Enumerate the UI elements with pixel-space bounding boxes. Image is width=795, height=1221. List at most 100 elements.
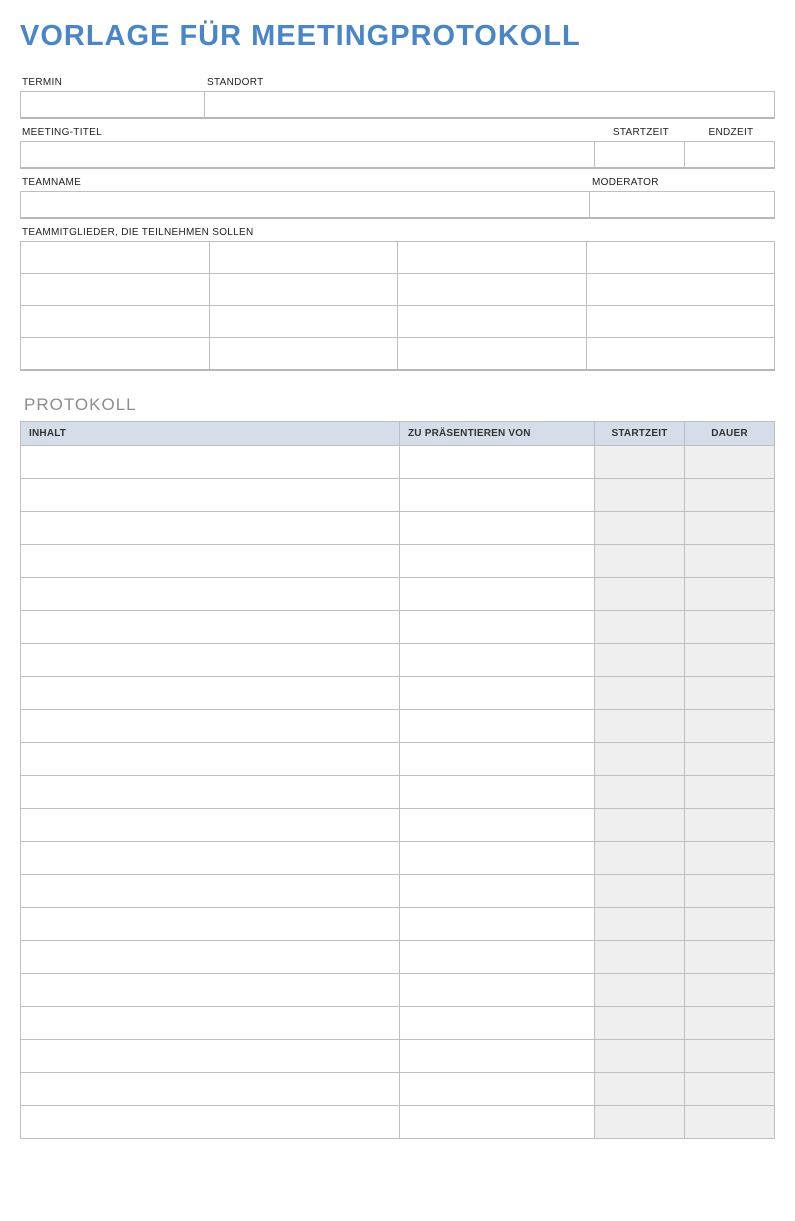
cell-start[interactable] [595, 709, 685, 742]
cell-inhalt[interactable] [21, 874, 400, 907]
cell-inhalt[interactable] [21, 940, 400, 973]
input-moderator[interactable] [590, 191, 775, 219]
cell-dauer[interactable] [685, 775, 775, 808]
cell-inhalt[interactable] [21, 973, 400, 1006]
cell-inhalt[interactable] [21, 445, 400, 478]
cell-start[interactable] [595, 643, 685, 676]
team-cell[interactable] [21, 274, 210, 306]
cell-start[interactable] [595, 742, 685, 775]
cell-dauer[interactable] [685, 907, 775, 940]
cell-start[interactable] [595, 478, 685, 511]
team-cell[interactable] [21, 306, 210, 338]
cell-start[interactable] [595, 445, 685, 478]
cell-von[interactable] [400, 577, 595, 610]
cell-start[interactable] [595, 874, 685, 907]
cell-von[interactable] [400, 478, 595, 511]
cell-start[interactable] [595, 676, 685, 709]
cell-inhalt[interactable] [21, 709, 400, 742]
cell-inhalt[interactable] [21, 511, 400, 544]
team-cell[interactable] [586, 274, 775, 306]
cell-von[interactable] [400, 940, 595, 973]
cell-dauer[interactable] [685, 1039, 775, 1072]
cell-von[interactable] [400, 808, 595, 841]
cell-dauer[interactable] [685, 445, 775, 478]
cell-von[interactable] [400, 709, 595, 742]
cell-von[interactable] [400, 544, 595, 577]
cell-von[interactable] [400, 445, 595, 478]
cell-dauer[interactable] [685, 643, 775, 676]
cell-dauer[interactable] [685, 1072, 775, 1105]
cell-inhalt[interactable] [21, 1006, 400, 1039]
team-cell[interactable] [21, 242, 210, 274]
cell-start[interactable] [595, 973, 685, 1006]
team-cell[interactable] [209, 306, 398, 338]
cell-von[interactable] [400, 511, 595, 544]
cell-dauer[interactable] [685, 874, 775, 907]
cell-start[interactable] [595, 1039, 685, 1072]
cell-dauer[interactable] [685, 544, 775, 577]
cell-dauer[interactable] [685, 1006, 775, 1039]
team-cell[interactable] [398, 306, 587, 338]
cell-inhalt[interactable] [21, 1072, 400, 1105]
cell-start[interactable] [595, 1006, 685, 1039]
cell-start[interactable] [595, 907, 685, 940]
input-endzeit[interactable] [685, 141, 775, 169]
team-cell[interactable] [209, 338, 398, 370]
cell-inhalt[interactable] [21, 775, 400, 808]
cell-inhalt[interactable] [21, 1105, 400, 1138]
cell-von[interactable] [400, 742, 595, 775]
cell-start[interactable] [595, 544, 685, 577]
cell-von[interactable] [400, 907, 595, 940]
cell-dauer[interactable] [685, 709, 775, 742]
cell-start[interactable] [595, 1072, 685, 1105]
cell-von[interactable] [400, 874, 595, 907]
team-cell[interactable] [586, 338, 775, 370]
cell-dauer[interactable] [685, 841, 775, 874]
cell-dauer[interactable] [685, 940, 775, 973]
team-cell[interactable] [398, 274, 587, 306]
cell-start[interactable] [595, 841, 685, 874]
cell-von[interactable] [400, 1006, 595, 1039]
input-termin[interactable] [20, 91, 205, 119]
cell-inhalt[interactable] [21, 676, 400, 709]
team-cell[interactable] [209, 242, 398, 274]
cell-von[interactable] [400, 1072, 595, 1105]
cell-inhalt[interactable] [21, 907, 400, 940]
cell-von[interactable] [400, 973, 595, 1006]
input-meeting-titel[interactable] [20, 141, 595, 169]
cell-von[interactable] [400, 676, 595, 709]
team-cell[interactable] [398, 242, 587, 274]
cell-von[interactable] [400, 1039, 595, 1072]
cell-dauer[interactable] [685, 478, 775, 511]
cell-dauer[interactable] [685, 511, 775, 544]
cell-von[interactable] [400, 610, 595, 643]
cell-dauer[interactable] [685, 973, 775, 1006]
cell-start[interactable] [595, 511, 685, 544]
cell-dauer[interactable] [685, 577, 775, 610]
team-cell[interactable] [586, 306, 775, 338]
cell-dauer[interactable] [685, 742, 775, 775]
cell-inhalt[interactable] [21, 577, 400, 610]
cell-inhalt[interactable] [21, 808, 400, 841]
cell-inhalt[interactable] [21, 610, 400, 643]
cell-von[interactable] [400, 643, 595, 676]
cell-inhalt[interactable] [21, 478, 400, 511]
cell-start[interactable] [595, 808, 685, 841]
cell-dauer[interactable] [685, 808, 775, 841]
cell-start[interactable] [595, 1105, 685, 1138]
cell-inhalt[interactable] [21, 544, 400, 577]
cell-start[interactable] [595, 610, 685, 643]
cell-dauer[interactable] [685, 610, 775, 643]
cell-start[interactable] [595, 775, 685, 808]
team-cell[interactable] [21, 338, 210, 370]
cell-von[interactable] [400, 775, 595, 808]
cell-inhalt[interactable] [21, 643, 400, 676]
input-teamname[interactable] [20, 191, 590, 219]
input-standort[interactable] [205, 91, 775, 119]
cell-dauer[interactable] [685, 1105, 775, 1138]
cell-von[interactable] [400, 1105, 595, 1138]
cell-inhalt[interactable] [21, 1039, 400, 1072]
team-cell[interactable] [209, 274, 398, 306]
team-cell[interactable] [586, 242, 775, 274]
cell-start[interactable] [595, 577, 685, 610]
